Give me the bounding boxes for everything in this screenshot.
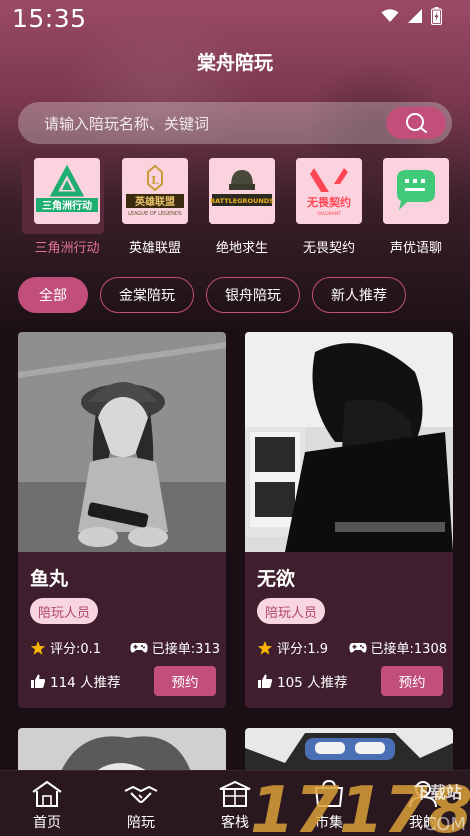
companion-name: 鱼丸 xyxy=(30,568,69,590)
app-title: 棠舟陪玩 xyxy=(196,52,273,74)
handshake-icon xyxy=(124,785,158,803)
card-bottom: 105 人推荐 预约 xyxy=(257,666,443,696)
svg-text:英雄联盟: 英雄联盟 xyxy=(134,195,175,208)
status-time: 15:35 xyxy=(12,4,87,33)
nav-item-profile[interactable]: 我的 xyxy=(378,779,468,832)
nav-label: 我的 xyxy=(409,815,437,831)
orders-text: 已接单:313 xyxy=(151,642,220,657)
book-button[interactable]: 预约 xyxy=(381,666,443,696)
league-of-legends-icon: L 英雄联盟 LEAGUE OF LEGENDS xyxy=(122,158,188,224)
signal-icon xyxy=(408,9,422,23)
companion-card[interactable]: 鱼丸 陪玩人员 评分:0.1 已接单:313 114 人推荐 预约 xyxy=(18,332,226,708)
thumbs-up-icon xyxy=(31,674,46,688)
companion-card[interactable]: 无欲 陪玩人员 评分:1.9 已接单:1308 105 人推荐 预约 xyxy=(245,332,453,708)
filter-row: 全部 金棠陪玩 银舟陪玩 新人推荐 xyxy=(18,277,406,313)
wifi-icon xyxy=(381,9,399,22)
star-icon xyxy=(257,640,273,655)
rating-stat: 评分:1.9 xyxy=(257,638,328,657)
filter-chip-all[interactable]: 全部 xyxy=(18,277,88,313)
companion-name: 无欲 xyxy=(257,568,296,590)
gamepad-icon xyxy=(130,642,148,653)
voice-chat-icon xyxy=(383,158,449,224)
status-icons xyxy=(381,7,442,25)
thumbs-up-icon xyxy=(258,674,273,688)
valorant-icon: 无畏契约 VALORANT xyxy=(296,158,362,224)
filter-chip-silver[interactable]: 银舟陪玩 xyxy=(206,277,300,313)
search-input[interactable]: 请输入陪玩名称、关键词 xyxy=(44,113,209,134)
svg-text:VALORANT: VALORANT xyxy=(317,211,341,217)
role-tag: 陪玩人员 xyxy=(257,598,326,624)
game-item-voice-chat[interactable]: 声优语聊 xyxy=(375,152,457,256)
orders-text: 已接单:1308 xyxy=(370,642,447,657)
recommend-stat: 105 人推荐 xyxy=(257,671,348,691)
game-item-valorant[interactable]: 无畏契约 VALORANT 无畏契约 xyxy=(288,152,370,256)
inn-icon xyxy=(219,780,251,807)
search-bar[interactable]: 请输入陪玩名称、关键词 xyxy=(18,102,452,144)
nav-item-companion[interactable]: 陪玩 xyxy=(96,779,186,832)
filter-chip-gold[interactable]: 金棠陪玩 xyxy=(100,277,194,313)
nav-item-inn[interactable]: 客栈 xyxy=(190,779,280,832)
market-icon xyxy=(314,779,344,807)
role-tag: 陪玩人员 xyxy=(30,598,99,624)
rating-text: 评分:0.1 xyxy=(50,642,102,657)
rating-text: 评分:1.9 xyxy=(277,642,329,657)
svg-text:BATTLEGROUNDS: BATTLEGROUNDS xyxy=(210,197,274,205)
nav-label: 首页 xyxy=(33,815,61,831)
status-bar: 15:35 xyxy=(0,0,470,40)
game-category-row: 三角洲行动 三角洲行动 L 英雄联盟 LEAGUE OF LEGENDS 英雄联… xyxy=(0,152,470,262)
battery-charging-icon xyxy=(431,7,442,25)
home-icon xyxy=(32,780,62,807)
recommend-text: 114 人推荐 xyxy=(50,675,121,691)
recommend-stat: 114 人推荐 xyxy=(30,671,121,691)
game-item-delta-force[interactable]: 三角洲行动 三角洲行动 xyxy=(22,152,108,256)
nav-item-market[interactable]: 市集 xyxy=(284,779,374,832)
nav-item-home[interactable]: 首页 xyxy=(2,779,92,832)
search-button[interactable] xyxy=(386,107,446,139)
companion-photo xyxy=(245,332,453,552)
svg-text:L: L xyxy=(151,174,159,187)
profile-icon xyxy=(409,781,437,808)
svg-text:无畏契约: 无畏契约 xyxy=(306,195,351,209)
nav-label: 陪玩 xyxy=(127,815,155,831)
card-stats: 评分:1.9 已接单:1308 xyxy=(257,638,447,657)
card-bottom: 114 人推荐 预约 xyxy=(30,666,216,696)
game-item-pubg[interactable]: BATTLEGROUNDS 绝地求生 xyxy=(201,152,283,256)
game-label: 三角洲行动 xyxy=(34,241,100,256)
gamepad-icon xyxy=(348,642,367,653)
nav-label: 客栈 xyxy=(221,815,249,831)
game-item-league-of-legends[interactable]: L 英雄联盟 LEAGUE OF LEGENDS 英雄联盟 xyxy=(114,152,196,256)
star-icon xyxy=(30,640,46,655)
delta-force-icon: 三角洲行动 xyxy=(34,158,100,224)
filter-chip-newcomer[interactable]: 新人推荐 xyxy=(312,277,406,313)
card-stats: 评分:0.1 已接单:313 xyxy=(30,638,220,657)
game-label: 绝地求生 xyxy=(215,241,268,256)
orders-stat: 已接单:1308 xyxy=(348,638,447,657)
game-label: 声优语聊 xyxy=(389,241,442,256)
bottom-nav: 首页 陪玩 客栈 市集 我的 xyxy=(0,770,470,836)
game-label: 无畏契约 xyxy=(302,241,355,256)
nav-label: 市集 xyxy=(315,815,343,831)
search-icon xyxy=(406,113,427,133)
recommend-text: 105 人推荐 xyxy=(277,675,348,691)
svg-text:三角洲行动: 三角洲行动 xyxy=(42,199,92,212)
rating-stat: 评分:0.1 xyxy=(30,638,101,657)
orders-stat: 已接单:313 xyxy=(130,638,220,657)
companion-photo xyxy=(18,332,226,552)
svg-text:LEAGUE OF LEGENDS: LEAGUE OF LEGENDS xyxy=(128,211,182,217)
book-button[interactable]: 预约 xyxy=(154,666,216,696)
game-label: 英雄联盟 xyxy=(128,241,181,256)
pubg-icon: BATTLEGROUNDS xyxy=(209,158,275,224)
